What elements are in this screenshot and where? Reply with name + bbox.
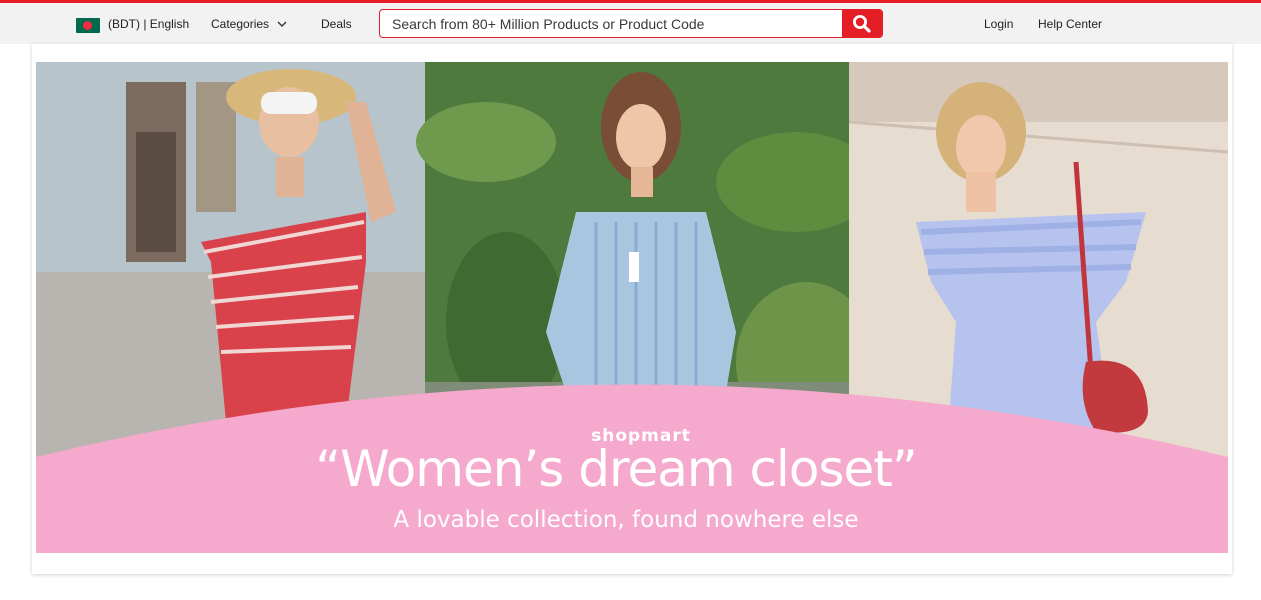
categories-menu[interactable]: Categories [211,17,269,31]
help-center-link[interactable]: Help Center [1038,17,1102,31]
banner-headline: “Women’s dream closet” [315,440,918,498]
search-bar [379,9,883,38]
deals-link[interactable]: Deals [321,17,352,31]
login-link[interactable]: Login [984,17,1013,31]
chevron-down-icon[interactable] [276,18,288,30]
search-input[interactable] [380,10,842,37]
currency-language-selector[interactable]: (BDT) | English [108,17,189,31]
promo-banner[interactable]: shopmart “Women’s dream closet” A lovabl… [36,62,1228,553]
search-icon [853,15,871,33]
bangladesh-flag-icon[interactable] [76,18,100,33]
top-header-bar: (BDT) | English Categories Deals Login H… [0,3,1261,44]
search-button[interactable] [842,10,882,37]
banner-tagline: A lovable collection, found nowhere else [393,507,859,533]
